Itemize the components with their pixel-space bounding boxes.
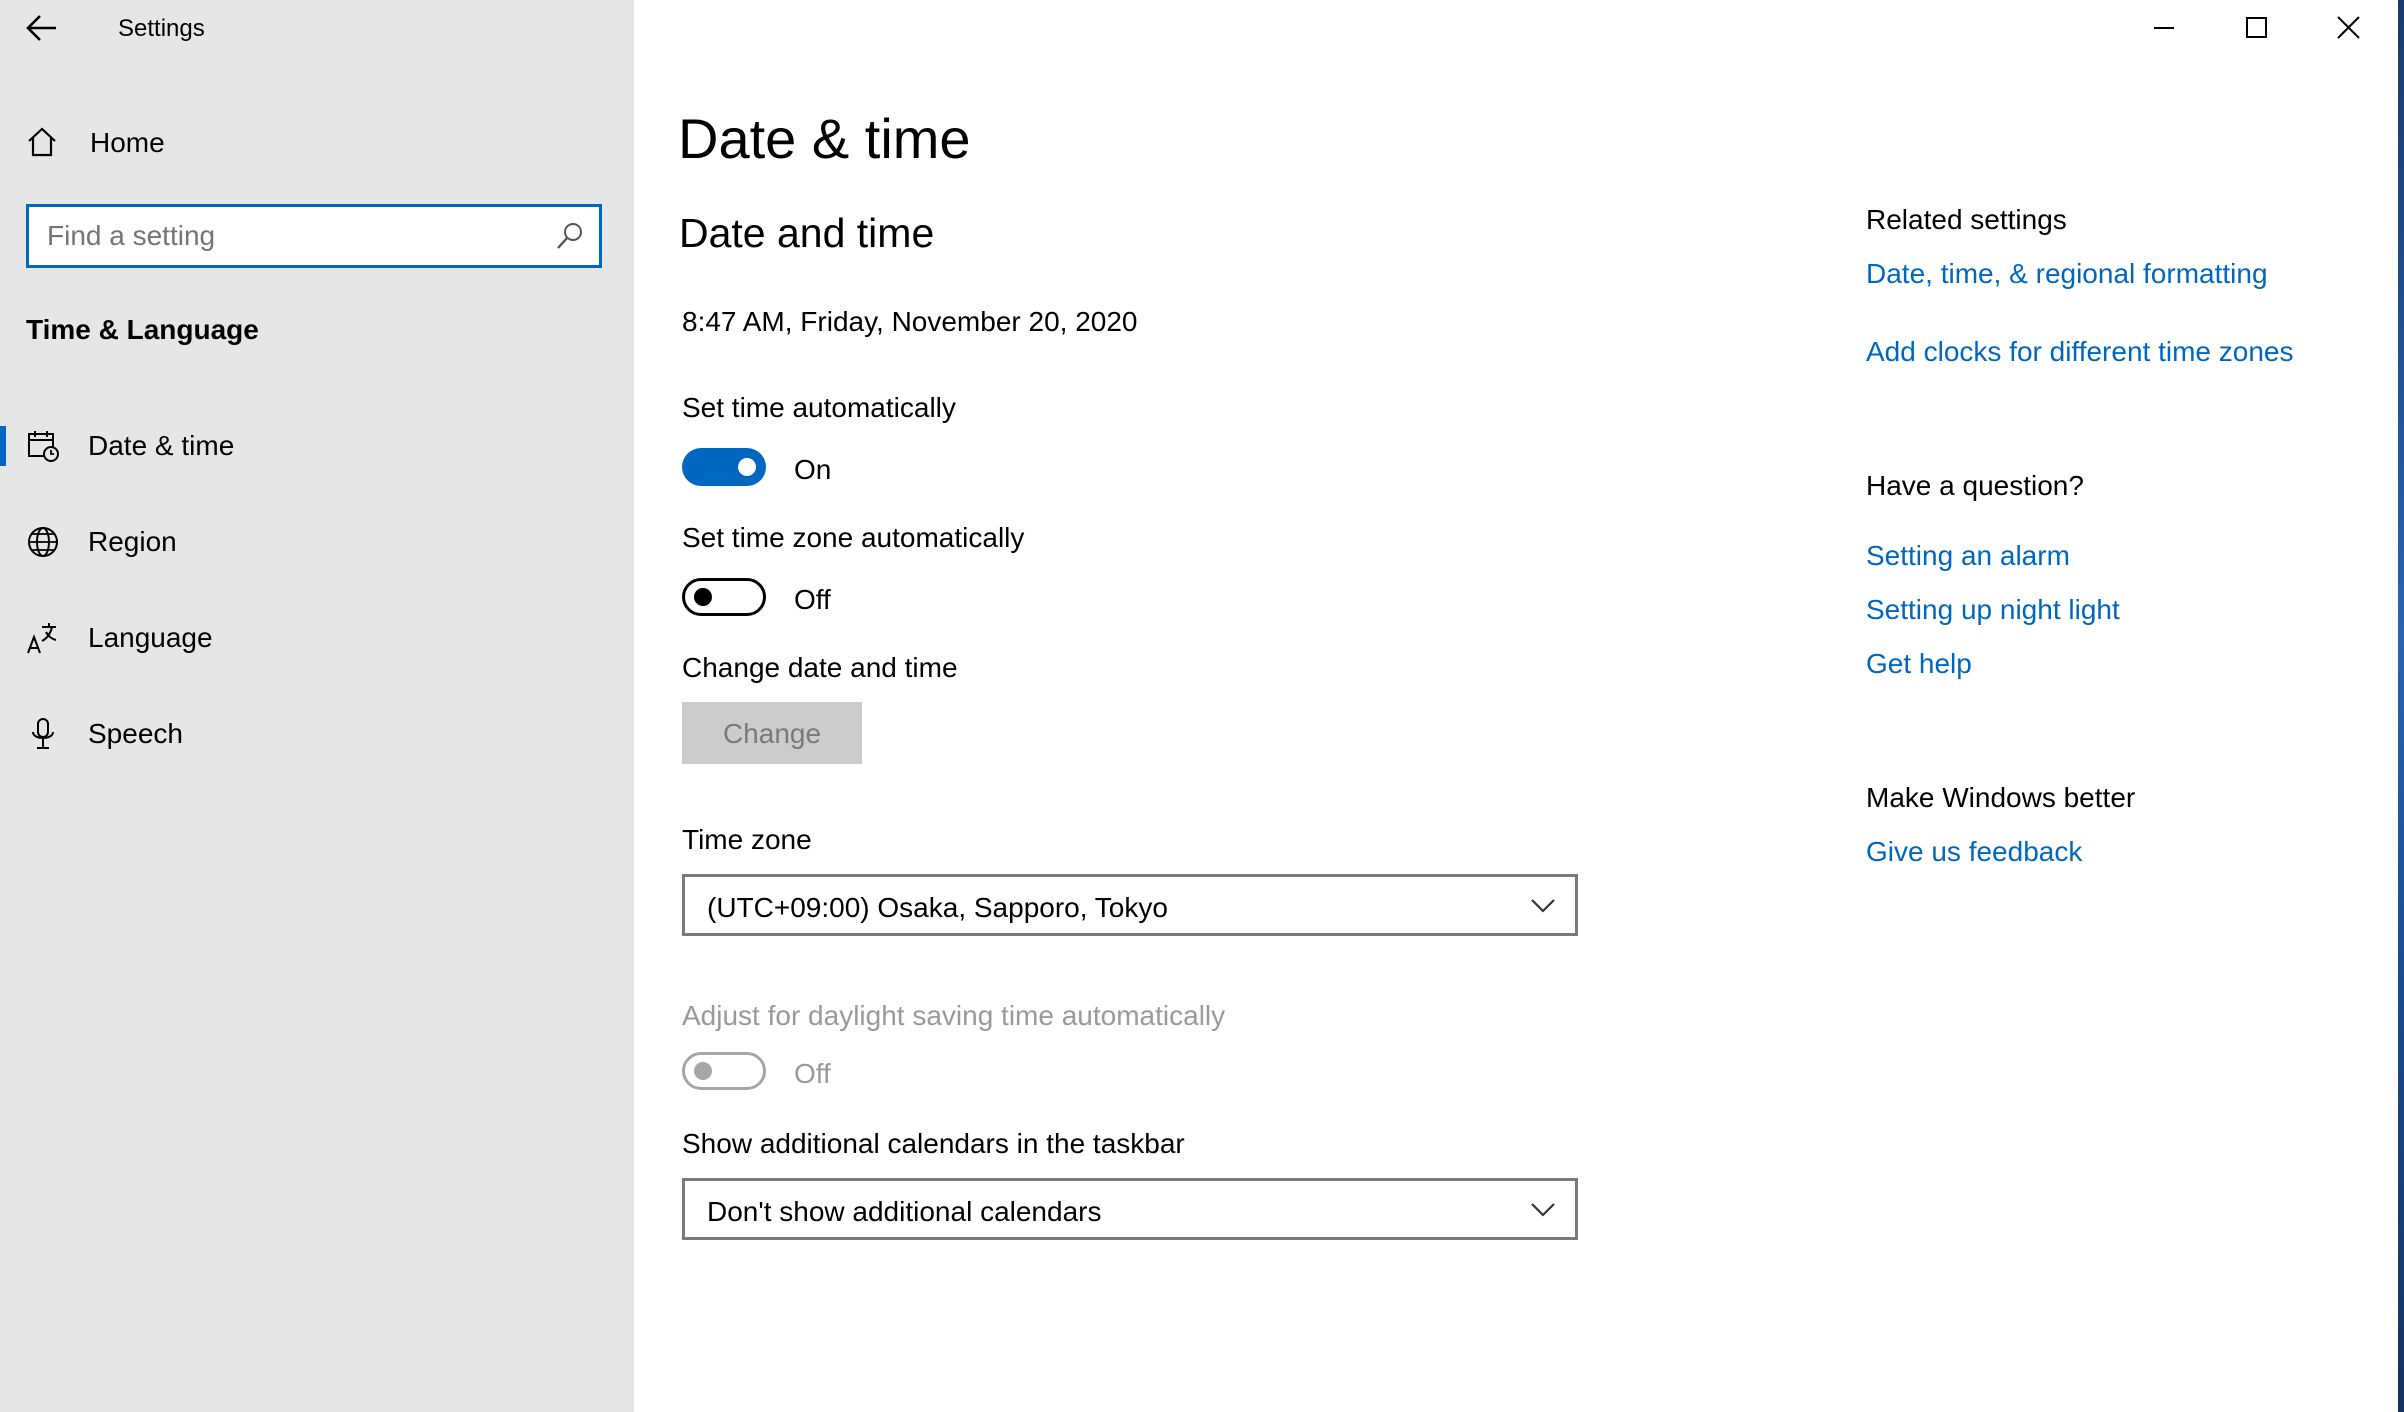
additional-calendars-value: Don't show additional calendars (707, 1196, 1102, 1227)
maximize-icon[interactable] (2234, 14, 2278, 42)
change-button-label: Change (722, 718, 822, 749)
microphone-icon (26, 717, 60, 751)
chevron-down-icon (1529, 895, 1557, 915)
link-get-help[interactable]: Get help (1866, 648, 1972, 680)
section-title: Time & Language (26, 314, 259, 345)
desktop-background (2398, 0, 2404, 1412)
search-input[interactable] (45, 217, 549, 255)
make-windows-better-title: Make Windows better (1866, 782, 2136, 813)
sidebar-item-date-time[interactable]: Date & time (0, 406, 634, 486)
link-regional-formatting[interactable]: Date, time, & regional formatting (1866, 258, 2268, 290)
search-box[interactable] (26, 204, 602, 268)
search-icon[interactable] (555, 221, 585, 251)
sidebar-item-language[interactable]: Language (0, 598, 634, 678)
daylight-saving-toggle[interactable] (682, 1052, 766, 1090)
time-zone-value: (UTC+09:00) Osaka, Sapporo, Tokyo (707, 892, 1168, 923)
related-settings-title: Related settings (1866, 204, 2067, 235)
additional-calendars-label: Show additional calendars in the taskbar (682, 1128, 1185, 1159)
link-setting-alarm[interactable]: Setting an alarm (1866, 540, 2070, 572)
home-nav[interactable]: Home (0, 102, 634, 182)
section-heading: Date and time (679, 210, 935, 256)
sidebar-item-label: Region (88, 526, 177, 557)
sidebar-item-label: Date & time (88, 430, 235, 461)
toggle-knob (694, 1062, 712, 1080)
sidebar-item-region[interactable]: Region (0, 502, 634, 582)
language-icon (26, 621, 60, 655)
set-timezone-auto-state: Off (794, 584, 831, 615)
change-button[interactable]: Change (682, 702, 862, 764)
page-title: Date & time (678, 107, 971, 170)
calendar-clock-icon (26, 429, 60, 463)
link-add-clocks[interactable]: Add clocks for different time zones (1866, 336, 2293, 368)
set-time-auto-state: On (794, 454, 832, 485)
change-datetime-label: Change date and time (682, 652, 958, 683)
set-time-auto-label: Set time automatically (682, 392, 956, 423)
link-night-light[interactable]: Setting up night light (1866, 594, 2120, 626)
additional-calendars-dropdown[interactable]: Don't show additional calendars (682, 1178, 1578, 1240)
chevron-down-icon (1529, 1199, 1557, 1219)
time-zone-label: Time zone (682, 824, 812, 855)
have-question-title: Have a question? (1866, 470, 2084, 501)
sidebar-item-label: Speech (88, 718, 183, 749)
toggle-knob (738, 458, 756, 476)
set-timezone-auto-label: Set time zone automatically (682, 522, 1025, 553)
toggle-knob (694, 588, 712, 606)
link-give-feedback[interactable]: Give us feedback (1866, 836, 2082, 868)
home-icon (26, 126, 58, 158)
globe-icon (26, 525, 60, 559)
minimize-icon[interactable] (2142, 14, 2186, 42)
back-arrow-icon[interactable] (26, 14, 58, 42)
sidebar-item-label: Language (88, 622, 213, 653)
current-datetime: 8:47 AM, Friday, November 20, 2020 (682, 306, 1138, 337)
time-zone-dropdown[interactable]: (UTC+09:00) Osaka, Sapporo, Tokyo (682, 874, 1578, 936)
window-title: Settings (118, 15, 205, 42)
daylight-saving-state: Off (794, 1058, 831, 1089)
set-time-auto-toggle[interactable] (682, 448, 766, 486)
sidebar-item-speech[interactable]: Speech (0, 694, 634, 774)
selection-indicator (0, 426, 6, 466)
set-timezone-auto-toggle[interactable] (682, 578, 766, 616)
sidebar: Settings Home Time & Language Date & tim… (0, 0, 634, 1412)
close-icon[interactable] (2326, 14, 2370, 42)
daylight-saving-label: Adjust for daylight saving time automati… (682, 1000, 1226, 1031)
home-label: Home (90, 127, 165, 158)
